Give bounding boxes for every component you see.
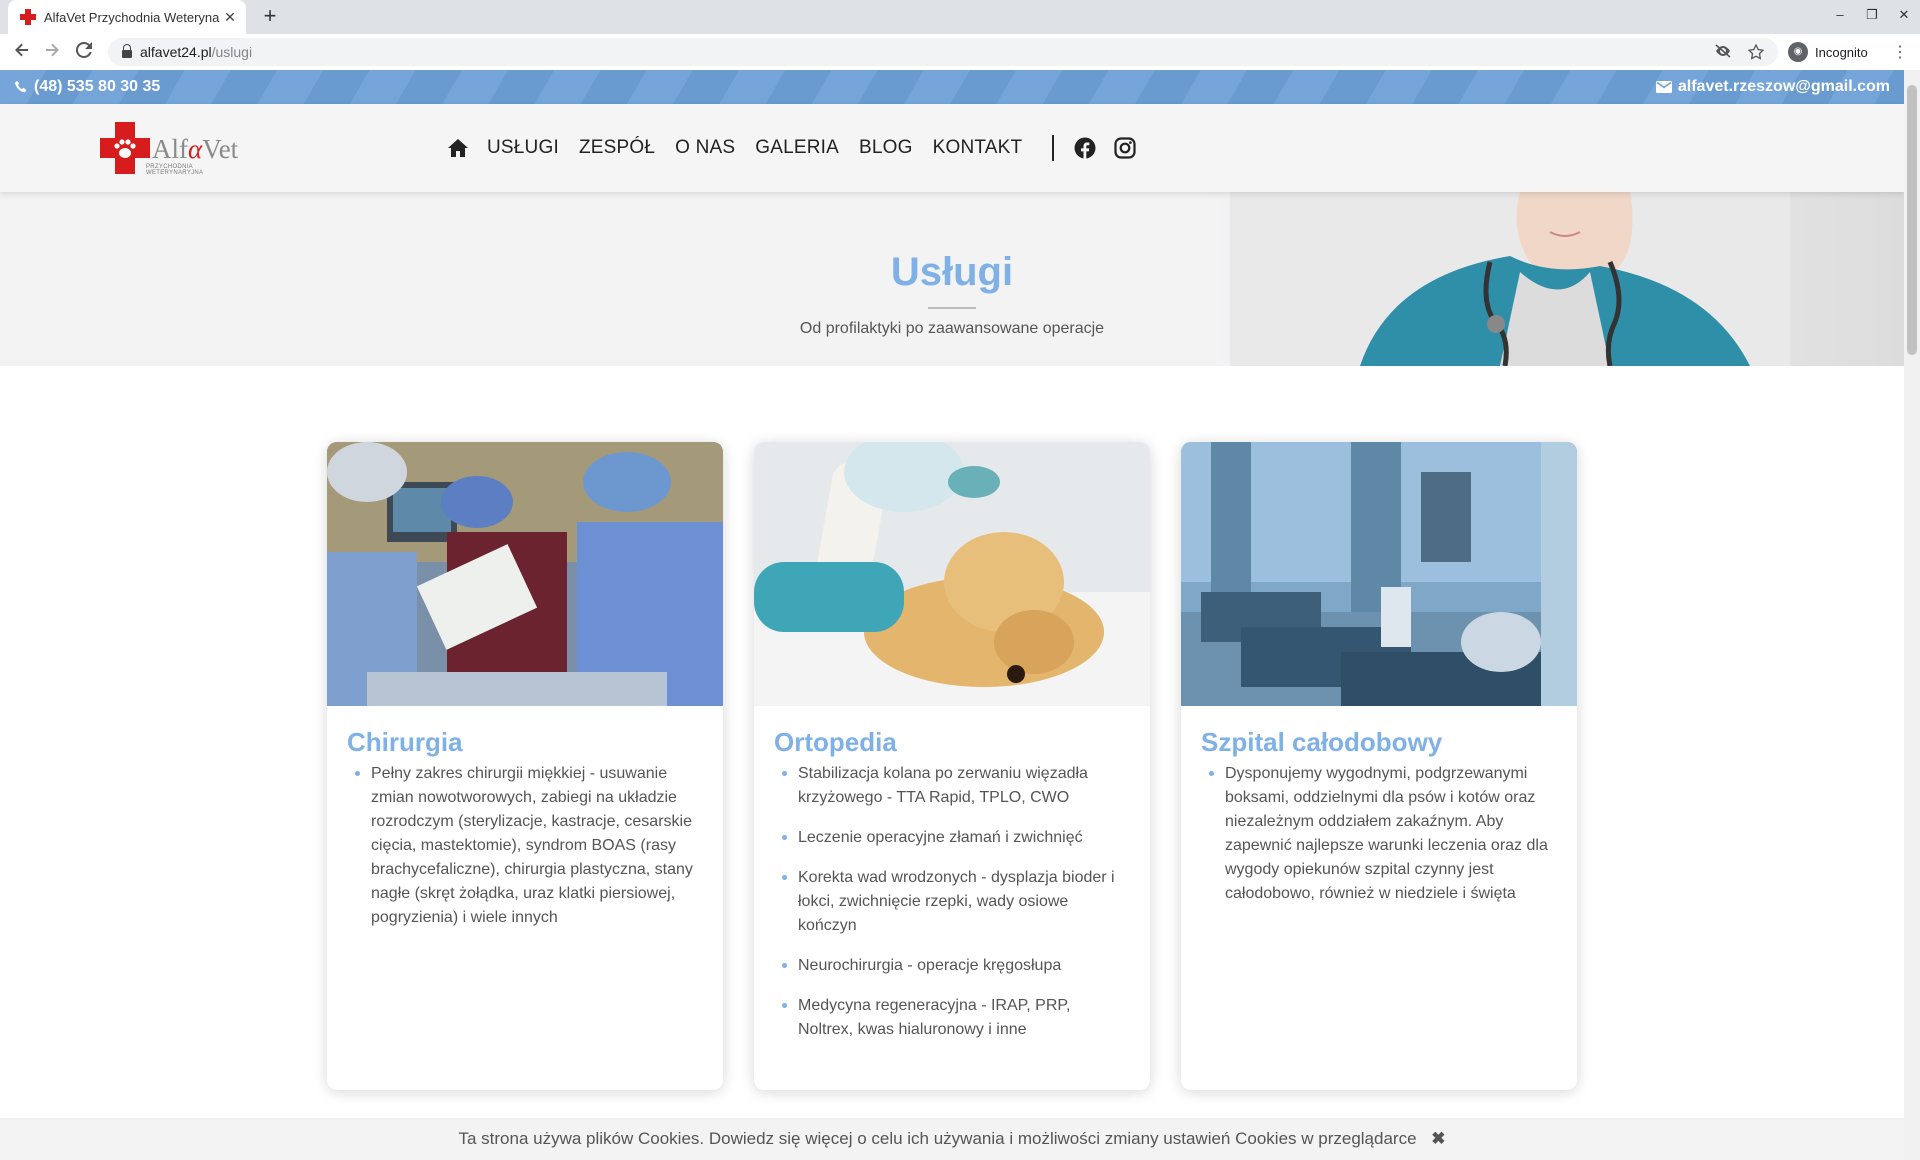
- eye-off-icon[interactable]: [1714, 44, 1732, 63]
- address-bar[interactable]: alfavet24.pl /uslugi: [108, 38, 1778, 66]
- new-tab-button[interactable]: +: [258, 5, 282, 29]
- tab-close-icon[interactable]: ✕: [220, 9, 240, 26]
- card-list: Dysponujemy wygodnymi, podgrzewanymi bok…: [1205, 762, 1550, 922]
- cookie-banner: Ta strona używa plików Cookies. Dowiedz …: [0, 1118, 1904, 1160]
- email-address: alfavet.rzeszow@gmail.com: [1677, 78, 1890, 95]
- back-icon[interactable]: [10, 40, 34, 64]
- nav-item-galeria[interactable]: GALERIA: [755, 137, 839, 159]
- list-item: Leczenie operacyjne złamań i zwichnięć: [778, 826, 1123, 850]
- service-card-szpital[interactable]: Szpital całodobowy Dysponujemy wygodnymi…: [1181, 442, 1577, 1090]
- cookie-close-icon[interactable]: ✖: [1431, 1118, 1445, 1160]
- list-item: Dysponujemy wygodnymi, podgrzewanymi bok…: [1205, 762, 1550, 906]
- nav-item-kontakt[interactable]: KONTAKT: [933, 137, 1023, 159]
- page-scrollbar[interactable]: [1904, 70, 1920, 1160]
- list-item: Pełny zakres chirurgii miękkiej - usuwan…: [351, 762, 696, 930]
- envelope-icon: [1655, 81, 1672, 93]
- service-card-ortopedia[interactable]: Ortopedia Stabilizacja kolana po zerwani…: [754, 442, 1150, 1090]
- url-path: /uslugi: [211, 44, 253, 60]
- hospital-ward-photo: [1181, 442, 1577, 706]
- alfavet-logo[interactable]: AlfαVet PRZYCHODNIA WETERYNARYJNA: [100, 122, 250, 176]
- incognito-badge[interactable]: ◉ Incognito: [1788, 39, 1868, 65]
- red-cross-icon: [100, 122, 150, 174]
- card-list: Stabilizacja kolana po zerwaniu więzadła…: [778, 762, 1123, 1058]
- bookmark-star-icon[interactable]: [1747, 43, 1765, 63]
- phone-number: (48) 535 80 30 35: [34, 78, 161, 95]
- cookie-message: Ta strona używa plików Cookies. Dowiedz …: [458, 1129, 1417, 1148]
- phone-link[interactable]: (48) 535 80 30 35: [14, 78, 160, 96]
- browser-tab[interactable]: AlfaVet Przychodnia Weterynaryjna ✕: [8, 0, 246, 34]
- list-item: Medycyna regeneracyjna - IRAP, PRP, Nolt…: [778, 994, 1123, 1042]
- logo-tagline: PRZYCHODNIA WETERYNARYJNA: [146, 164, 204, 176]
- close-window-button[interactable]: ✕: [1888, 0, 1920, 34]
- list-item: Neurochirurgia - operacje kręgosłupa: [778, 954, 1123, 978]
- window-controls: – ❐ ✕: [1824, 0, 1920, 34]
- site-header: AlfαVet PRZYCHODNIA WETERYNARYJNA USŁUGI…: [0, 104, 1904, 192]
- paw-icon: [114, 139, 136, 158]
- nav-item-uslugi[interactable]: USŁUGI: [487, 137, 559, 159]
- list-item: Korekta wad wrodzonych - dysplazja biode…: [778, 866, 1123, 938]
- instagram-icon[interactable]: [1114, 137, 1136, 159]
- facebook-icon[interactable]: [1074, 137, 1096, 159]
- card-title: Ortopedia: [774, 727, 897, 757]
- browser-menu-icon[interactable]: ⋮: [1892, 42, 1908, 62]
- home-icon[interactable]: [448, 138, 468, 158]
- page-title: Usługi: [890, 250, 1014, 294]
- title-underline: [928, 307, 976, 309]
- reload-icon[interactable]: [72, 40, 96, 64]
- orthopedics-photo: [754, 442, 1150, 706]
- list-item: Stabilizacja kolana po zerwaniu więzadła…: [778, 762, 1123, 810]
- email-link[interactable]: alfavet.rzeszow@gmail.com: [1655, 78, 1890, 96]
- card-title: Szpital całodobowy: [1201, 727, 1443, 757]
- main-nav: USŁUGI ZESPÓŁ O NAS GALERIA BLOG KONTAKT: [448, 104, 1154, 192]
- lock-icon: [122, 44, 132, 58]
- nav-divider: [1052, 135, 1055, 161]
- nav-item-zespol[interactable]: ZESPÓŁ: [579, 137, 655, 159]
- minimize-button[interactable]: –: [1824, 0, 1856, 34]
- restore-button[interactable]: ❐: [1856, 0, 1888, 34]
- favicon-icon: [20, 9, 36, 25]
- forward-icon[interactable]: [40, 40, 64, 64]
- page-subtitle: Od profilaktyki po zaawansowane operacje: [799, 320, 1105, 337]
- tab-title: AlfaVet Przychodnia Weterynaryjna: [44, 9, 220, 25]
- phone-icon: [14, 80, 27, 93]
- scrollbar-thumb[interactable]: [1907, 85, 1917, 355]
- incognito-icon: ◉: [1788, 42, 1808, 62]
- nav-item-blog[interactable]: BLOG: [859, 137, 913, 159]
- services-list: Chirurgia Pełny zakres chirurgii miękkie…: [327, 442, 1577, 1092]
- browser-toolbar: alfavet24.pl /uslugi ◉ Incognito ⋮: [0, 34, 1920, 71]
- card-title: Chirurgia: [347, 727, 463, 757]
- surgery-photo: [327, 442, 723, 706]
- browser-tab-bar: AlfaVet Przychodnia Weterynaryjna ✕ + – …: [0, 0, 1920, 34]
- page-hero: Usługi Od profilaktyki po zaawansowane o…: [0, 192, 1904, 366]
- incognito-label: Incognito: [1815, 44, 1868, 60]
- contact-bar: (48) 535 80 30 35 alfavet.rzeszow@gmail.…: [0, 70, 1904, 104]
- service-card-chirurgia[interactable]: Chirurgia Pełny zakres chirurgii miękkie…: [327, 442, 723, 1090]
- logo-wordmark: AlfαVet: [152, 134, 239, 164]
- web-page: (48) 535 80 30 35 alfavet.rzeszow@gmail.…: [0, 70, 1904, 1160]
- url-host: alfavet24.pl: [140, 44, 212, 60]
- card-list: Pełny zakres chirurgii miękkiej - usuwan…: [351, 762, 696, 946]
- nav-item-o-nas[interactable]: O NAS: [675, 137, 735, 159]
